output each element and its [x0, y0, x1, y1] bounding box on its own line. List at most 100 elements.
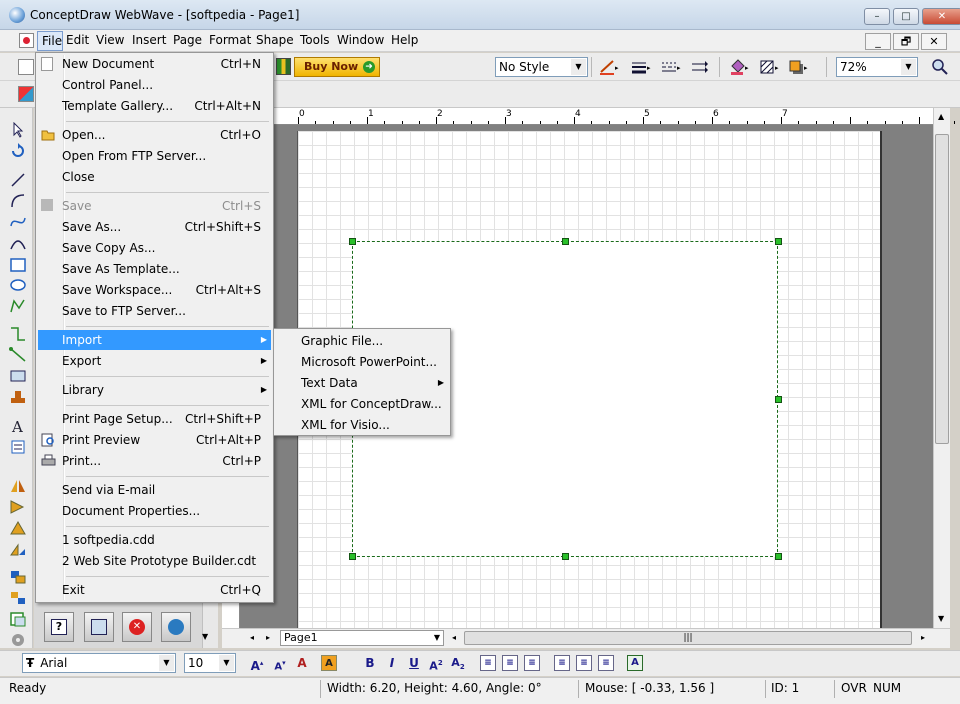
horizontal-scroll-thumb[interactable]: ||| — [464, 631, 912, 645]
submenu-item-xml-conceptdraw[interactable]: XML for ConceptDraw... — [276, 394, 448, 414]
line-color-icon[interactable]: ▸ — [598, 58, 620, 76]
menu-view[interactable]: View — [96, 33, 124, 47]
mdi-close-button[interactable]: ✕ — [921, 33, 947, 50]
next-page-icon[interactable]: ▸ — [266, 633, 270, 642]
zoom-combo[interactable]: 72% ▼ — [836, 57, 918, 77]
menu-item-open[interactable]: Open... Ctrl+O — [38, 125, 271, 145]
fill-color-icon[interactable]: ▸ — [728, 58, 750, 76]
line-tool-icon[interactable] — [9, 172, 27, 188]
resize-handle[interactable] — [349, 553, 356, 560]
mdi-minimize-button[interactable]: _ — [865, 33, 891, 50]
zoom-icon[interactable] — [931, 58, 949, 76]
resize-handle[interactable] — [775, 396, 782, 403]
menu-item-document-properties[interactable]: Document Properties... — [38, 501, 271, 521]
menu-item-export[interactable]: Export ▶ — [38, 351, 271, 371]
close-window-button[interactable]: ✕ — [922, 8, 960, 25]
valign-top-icon[interactable]: ≡ — [554, 655, 570, 671]
shrink-font-icon[interactable]: A▾ — [272, 655, 288, 672]
subscript-icon[interactable]: A2 — [450, 655, 466, 671]
menu-file[interactable]: File — [37, 31, 63, 51]
group-tool-icon[interactable] — [9, 569, 27, 585]
valign-middle-icon[interactable]: ≡ — [576, 655, 592, 671]
submenu-item-xml-visio[interactable]: XML for Visio... — [276, 415, 448, 435]
resize-handle[interactable] — [562, 553, 569, 560]
rotate-shape-icon[interactable] — [9, 520, 27, 536]
menu-item-save-copy-as[interactable]: Save Copy As... — [38, 238, 271, 258]
scroll-left-icon[interactable]: ◂ — [452, 633, 456, 642]
style-combo[interactable]: No Style ▼ — [495, 57, 588, 77]
stamp-tool-icon[interactable] — [9, 389, 27, 405]
flip-tool-icon[interactable] — [9, 478, 27, 494]
library-books-icon[interactable] — [276, 58, 291, 75]
resize-handle[interactable] — [349, 238, 356, 245]
align-right-icon[interactable]: ≡ — [524, 655, 540, 671]
align-center-icon[interactable]: ≡ — [502, 655, 518, 671]
smart-connector-icon[interactable] — [9, 347, 27, 363]
ungroup-tool-icon[interactable] — [9, 590, 27, 606]
connector-tool-icon[interactable] — [9, 326, 27, 342]
menu-help[interactable]: Help — [391, 33, 418, 47]
menu-format[interactable]: Format — [209, 33, 251, 47]
library-close-button[interactable]: ✕ — [122, 612, 152, 642]
text-block-icon[interactable] — [9, 439, 27, 455]
menu-item-save-as-template[interactable]: Save As Template... — [38, 259, 271, 279]
mdi-restore-button[interactable]: 🗗 — [893, 33, 919, 50]
menu-item-save-to-ftp[interactable]: Save to FTP Server... — [38, 301, 271, 321]
menu-item-template-gallery[interactable]: Template Gallery... Ctrl+Alt+N — [38, 96, 271, 116]
italic-icon[interactable]: I — [384, 655, 400, 671]
align-tool-icon[interactable] — [9, 499, 27, 515]
menu-item-control-panel[interactable]: Control Panel... — [38, 75, 271, 95]
resize-handle[interactable] — [562, 238, 569, 245]
ellipse-tool-icon[interactable] — [9, 277, 27, 293]
menu-window[interactable]: Window — [337, 33, 384, 47]
menu-shape[interactable]: Shape — [256, 33, 294, 47]
minimize-window-button[interactable]: – — [864, 8, 890, 25]
mirror-shape-icon[interactable] — [9, 541, 27, 557]
text-tool-icon[interactable]: A — [9, 418, 27, 434]
first-page-icon[interactable]: ◂ — [250, 633, 254, 642]
line-pattern-icon[interactable]: ▸ — [660, 58, 682, 76]
menu-item-exit[interactable]: Exit Ctrl+Q — [38, 580, 271, 600]
vertical-scroll-thumb[interactable] — [935, 134, 949, 444]
menu-item-import[interactable]: Import ▶ — [38, 330, 271, 350]
text-box-icon[interactable]: A — [627, 655, 643, 671]
grow-font-icon[interactable]: A▴ — [249, 655, 265, 673]
submenu-item-graphic-file[interactable]: Graphic File... — [276, 331, 448, 351]
scroll-right-icon[interactable]: ▸ — [921, 633, 925, 642]
underline-icon[interactable]: U — [406, 655, 422, 671]
rectangle-tool-icon[interactable] — [9, 257, 27, 273]
bezier-tool-icon[interactable] — [9, 235, 27, 251]
menu-item-send-email[interactable]: Send via E-mail — [38, 480, 271, 500]
vertical-scrollbar[interactable]: ▲ ▼ — [933, 108, 950, 628]
gear-icon[interactable] — [9, 632, 27, 648]
menu-item-new-document[interactable]: New Document Ctrl+N — [38, 54, 271, 74]
menu-page[interactable]: Page — [173, 33, 202, 47]
polygon-tool-icon[interactable] — [9, 298, 27, 314]
image-tool-icon[interactable] — [9, 368, 27, 384]
menu-item-save-as[interactable]: Save As... Ctrl+Shift+S — [38, 217, 271, 237]
maximize-window-button[interactable]: □ — [893, 8, 919, 25]
submenu-item-text-data[interactable]: Text Data ▶ — [276, 373, 448, 393]
menu-item-close[interactable]: Close — [38, 167, 271, 187]
layer-tool-icon[interactable] — [9, 611, 27, 627]
scroll-up-icon[interactable]: ▲ — [938, 112, 944, 121]
fill-pattern-icon[interactable]: ▸ — [758, 58, 780, 76]
menu-insert[interactable]: Insert — [132, 33, 166, 47]
line-weight-icon[interactable]: ▸ — [630, 58, 652, 76]
menu-item-print[interactable]: Print... Ctrl+P — [38, 451, 271, 471]
library-help-button[interactable]: ? — [44, 612, 74, 642]
menu-item-open-ftp[interactable]: Open From FTP Server... — [38, 146, 271, 166]
scroll-down-icon[interactable]: ▼ — [938, 614, 944, 623]
menu-item-recent-1[interactable]: 1 softpedia.cdd — [38, 530, 271, 550]
library-scroll-down-icon[interactable]: ▼ — [202, 632, 208, 641]
superscript-icon[interactable]: A2 — [428, 655, 444, 673]
line-ends-icon[interactable] — [690, 58, 712, 76]
document-icon[interactable] — [19, 33, 34, 48]
menu-edit[interactable]: Edit — [66, 33, 89, 47]
valign-bottom-icon[interactable]: ≡ — [598, 655, 614, 671]
align-left-icon[interactable]: ≡ — [480, 655, 496, 671]
library-web-button[interactable] — [161, 612, 191, 642]
curve-tool-icon[interactable] — [9, 214, 27, 230]
submenu-item-powerpoint[interactable]: Microsoft PowerPoint... — [276, 352, 448, 372]
rotate-tool-icon[interactable] — [9, 143, 27, 159]
